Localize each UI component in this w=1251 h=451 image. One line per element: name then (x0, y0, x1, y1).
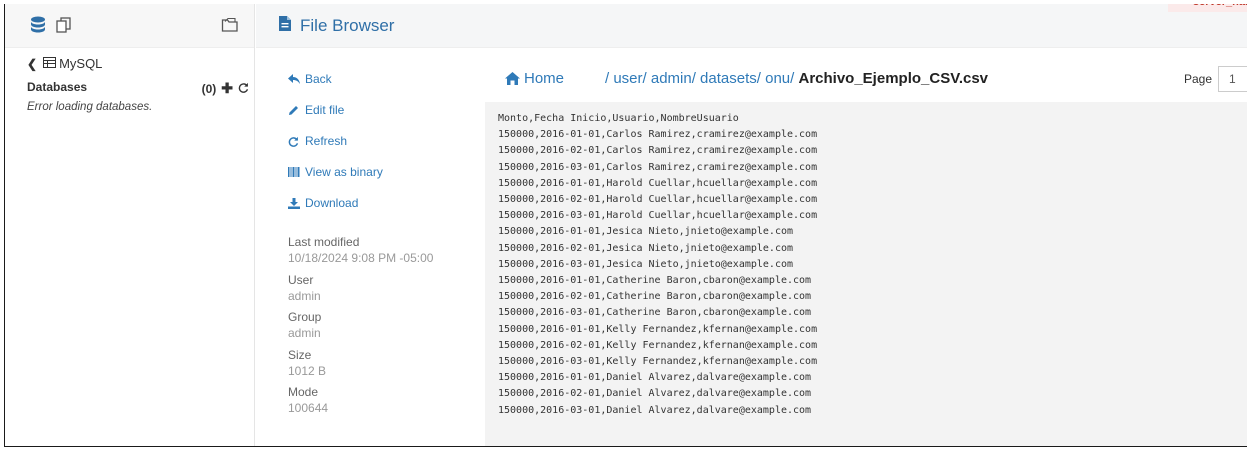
view-binary-button[interactable]: View as binary (288, 165, 383, 179)
last-modified-label: Last modified (288, 235, 360, 249)
download-label: Download (305, 196, 359, 210)
page-title: File Browser (300, 15, 395, 35)
breadcrumb-home-label: Home (524, 70, 565, 87)
file-line: 150000,2016-02-01,Harold Cuellar,hcuella… (498, 194, 818, 206)
chevron-left-icon[interactable]: ❮ (27, 57, 37, 71)
refresh-button[interactable]: Refresh (288, 134, 347, 148)
edit-file-button[interactable]: Edit file (288, 103, 344, 117)
size-value: 1012 B (288, 364, 327, 378)
group-group: Group admin (288, 310, 321, 340)
file-line: 150000,2016-01-01,Daniel Alvarez,dalvare… (498, 372, 812, 384)
file-line: 150000,2016-03-01,Daniel Alvarez,dalvare… (498, 404, 812, 416)
breadcrumb-path: / user/ admin/ datasets/ onu/ Archivo_Ej… (605, 70, 988, 87)
file-line: 150000,2016-03-01,Jesica Nieto,jnieto@ex… (498, 258, 794, 270)
breadcrumb: Home / user/ admin/ datasets/ onu/ Archi… (485, 48, 1247, 102)
file-line: 150000,2016-02-01,Daniel Alvarez,dalvare… (498, 388, 812, 400)
documents-icon[interactable] (53, 14, 75, 36)
back-button[interactable]: Back (288, 72, 332, 86)
database-icon[interactable] (27, 14, 49, 36)
file-line: 150000,2016-01-01,Catherine Baron,cbaron… (498, 275, 812, 287)
file-line: 150000,2016-02-01,Kelly Fernandez,kferna… (498, 339, 818, 351)
server-indicator: server_nam (1168, 4, 1247, 12)
barcode-icon (288, 167, 302, 177)
file-line: 150000,2016-01-01,Harold Cuellar,hcuella… (498, 177, 818, 189)
refresh-label: Refresh (305, 134, 348, 148)
group-label: Group (288, 310, 322, 324)
user-value: admin (288, 289, 321, 303)
user-group: User admin (288, 273, 321, 303)
app-header: File Browser server_nam (256, 4, 1247, 48)
file-line: 150000,2016-01-01,Kelly Fernandez,kferna… (498, 323, 818, 335)
back-label: Back (305, 72, 332, 86)
databases-error: Error loading databases. (27, 101, 153, 113)
page-selector: Page (1184, 66, 1247, 92)
breadcrumb-home[interactable]: Home (505, 70, 564, 87)
group-value: admin (288, 326, 321, 340)
mode-group: Mode 100644 (288, 385, 328, 415)
file-line: 150000,2016-03-01,Harold Cuellar,hcuella… (498, 210, 818, 222)
databases-row: Databases (0) ✚ (27, 80, 249, 97)
file-line: 150000,2016-02-01,Carlos Ramirez,cramire… (498, 145, 818, 157)
pencil-icon (288, 105, 302, 116)
databases-tools: (0) ✚ (202, 80, 249, 97)
breadcrumb-segment-user[interactable]: / user (605, 70, 643, 87)
breadcrumb-segment-onu[interactable]: / onu (757, 70, 790, 87)
file-line: 150000,2016-02-01,Jesica Nieto,jnieto@ex… (498, 242, 794, 254)
sidebar-toolbar (5, 4, 254, 48)
file-actions-panel: Back Edit file Refresh View as binary Do… (256, 48, 485, 446)
home-icon (505, 72, 520, 85)
table-icon (43, 56, 57, 71)
edit-file-label: Edit file (305, 103, 345, 117)
page-label: Page (1183, 72, 1212, 86)
file-line: 150000,2016-03-01,Catherine Baron,cbaron… (498, 307, 812, 319)
file-line: 150000,2016-01-01,Carlos Ramirez,cramire… (498, 129, 818, 141)
sidebar-source-header[interactable]: ❮ MySQL (27, 56, 102, 71)
user-label: User (288, 273, 314, 287)
folder-open-icon[interactable] (219, 14, 241, 36)
left-sidebar: ❮ MySQL Databases (0) ✚ Error loading da… (5, 4, 255, 446)
reply-arrow-icon (288, 74, 302, 84)
page-input[interactable] (1218, 66, 1247, 92)
size-label: Size (288, 348, 312, 362)
breadcrumb-current-file: Archivo_Ejemplo_CSV.csv (798, 70, 989, 87)
refresh-icon (288, 136, 302, 147)
databases-count: (0) (201, 81, 217, 96)
view-binary-label: View as binary (305, 165, 383, 179)
refresh-databases-icon[interactable] (238, 82, 249, 96)
server-name-text: server_nam (1193, 4, 1247, 8)
breadcrumb-segment-datasets[interactable]: / datasets (692, 70, 757, 87)
file-line: 150000,2016-03-01,Carlos Ramirez,cramire… (498, 161, 818, 173)
sidebar-source-label: MySQL (59, 56, 103, 71)
download-button[interactable]: Download (288, 196, 358, 210)
databases-label: Databases (27, 80, 88, 94)
mode-label: Mode (288, 385, 319, 399)
file-line: 150000,2016-03-01,Kelly Fernandez,kferna… (498, 356, 818, 368)
breadcrumb-segment-admin[interactable]: / admin (643, 70, 692, 87)
file-browser-icon (278, 15, 292, 37)
last-modified-group: Last modified 10/18/2024 9:08 PM -05:00 (288, 235, 433, 265)
download-icon (288, 197, 302, 209)
file-line: 150000,2016-01-01,Jesica Nieto,jnieto@ex… (498, 226, 794, 238)
add-icon[interactable]: ✚ (221, 80, 233, 97)
app-window: ❮ MySQL Databases (0) ✚ Error loading da… (4, 4, 1247, 447)
mode-value: 100644 (288, 401, 329, 415)
file-line: Monto,Fecha Inicio,Usuario,NombreUsuario (498, 113, 739, 124)
last-modified-value: 10/18/2024 9:08 PM -05:00 (288, 251, 434, 265)
file-content-viewer[interactable]: Monto,Fecha Inicio,Usuario,NombreUsuario… (485, 102, 1247, 446)
size-group: Size 1012 B (288, 348, 326, 378)
file-line: 150000,2016-02-01,Catherine Baron,cbaron… (498, 291, 812, 303)
